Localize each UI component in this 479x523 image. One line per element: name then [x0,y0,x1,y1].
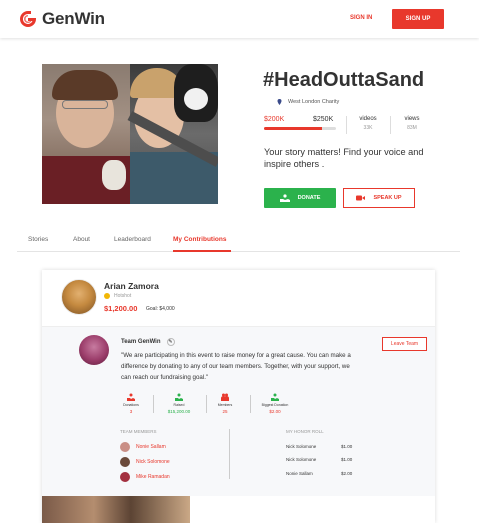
page: GenWin SIGN IN SIGN UP #HeadOuttaSand We… [0,0,479,523]
team-member[interactable]: Nonie Sallam [120,442,166,452]
honor-roll-name: Nonie Sallam [286,471,313,476]
divider [206,395,207,413]
videos-stat: videos 33K [353,116,383,131]
team-panel: Team GenWin ✎ "We are participating in t… [42,326,435,496]
person-hair [52,70,118,100]
genwin-logo[interactable]: GenWin [18,9,105,29]
team-name: Team GenWin ✎ [121,338,175,346]
team-stat-value: 3 [129,409,133,414]
donate-button[interactable]: DONATE [264,188,336,208]
hotshot-icon [104,293,110,299]
mug-icon [102,160,126,190]
honor-roll-row: Nick Solomone $1.00 [286,457,366,462]
user-raised-amount: $1,200.00 [104,304,138,313]
status-label: Hotshot [114,293,132,299]
team-stat-label: Biggest Donation [261,403,289,407]
campaign-story: Your story matters! Find your voice and … [264,147,424,169]
fundraising-progress-bar [264,127,336,130]
user-goal: Goal: $4,000 [146,306,175,312]
fundraising-progress-fill [264,127,322,130]
team-stat-raised: Raised $15,200.00 [164,393,194,414]
campaign-photo-left [42,64,130,204]
honor-roll-row: Nick Solomone $1.00 [286,444,366,449]
glasses-icon [62,100,108,109]
honor-roll-title: MY HONOR ROLL [286,429,324,434]
team-member[interactable]: Nick Solomone [120,457,170,467]
divider [153,395,154,413]
avatar [120,442,130,452]
team-member-name: Nick Solomone [136,459,170,465]
story-thumbnail[interactable] [42,496,190,523]
team-stat-biggest-donation: Biggest Donation $2.00 [260,393,290,414]
campaign-title: #HeadOuttaSand [263,69,425,91]
team-stat-label: Members [217,403,233,407]
team-member-name: Nonie Sallam [136,444,166,450]
donation-hand-icon [127,393,135,401]
views-value: 83M [407,125,417,131]
honor-roll-row: Nonie Sallam $2.00 [286,471,366,476]
top-header: GenWin SIGN IN SIGN UP [0,0,479,38]
videos-label: videos [359,116,377,122]
views-label: views [404,116,420,122]
leave-team-button[interactable]: Leave Team [382,337,427,351]
genwin-logo-icon [20,11,36,27]
goal-amount: $250K [313,116,334,123]
donate-hand-icon [279,194,290,202]
raised-amount: $200K [264,116,285,123]
edit-icon[interactable]: ✎ [166,338,175,346]
tab-my-contributions[interactable]: My Contributions [173,236,226,243]
user-name[interactable]: Arian Zamora [104,281,159,291]
campaign-tabs: Stories About Leaderboard My Contributio… [17,230,460,252]
videos-value: 33K [363,125,373,131]
honor-roll-name: Nick Solomone [286,457,317,462]
location-pin-icon [277,99,282,105]
members-icon [221,393,229,401]
tab-stories[interactable]: Stories [28,236,48,243]
divider [390,116,391,134]
team-members-title: TEAM MEMBERS [120,429,157,434]
team-stat-donations: Donations 3 [116,393,146,414]
honor-roll-name: Nick Solomone [286,444,317,449]
team-name-label: Team GenWin [121,339,161,345]
raised-money-icon [175,393,183,401]
team-stat-value: 25 [222,409,228,414]
avatar[interactable] [61,279,97,315]
biggest-donation-icon [271,393,279,401]
speak-up-button[interactable]: SPEAK UP [343,188,415,208]
tab-leaderboard[interactable]: Leaderboard [114,236,151,243]
sign-in-link[interactable]: SIGN IN [350,15,372,21]
speak-up-label: SPEAK UP [373,195,402,201]
contribution-card: Arian Zamora Hotshot $1,200.00 Goal: $4,… [42,270,435,523]
avatar [120,472,130,482]
team-member-name: Mike Ramadan [136,474,170,480]
charity-name: West London Charity [288,99,340,105]
video-camera-icon [356,195,366,201]
honor-roll-amount: $2.00 [341,471,353,476]
divider [229,429,230,479]
team-avatar[interactable] [79,335,109,365]
views-stat: views 83M [397,116,427,131]
sign-up-button[interactable]: SIGN UP [392,9,444,29]
team-stat-value: $2.00 [269,409,281,414]
team-stat-members: Members 25 [210,393,240,414]
honor-roll-amount: $1.00 [341,444,353,449]
team-quote: "We are participating in this event to r… [121,352,351,381]
team-stat-label: Donations [123,403,139,407]
avatar [120,457,130,467]
campaign-photo [42,64,218,204]
divider [250,395,251,413]
team-member[interactable]: Mike Ramadan [120,472,170,482]
campaign-photo-right [127,64,218,204]
charity-link[interactable]: West London Charity [277,99,339,105]
active-tab-indicator [173,250,231,252]
team-stat-label: Raised [173,403,185,407]
divider [346,116,347,134]
brand-name: GenWin [42,9,105,28]
donate-label: DONATE [297,195,321,201]
dog-snout [184,88,208,110]
tab-about[interactable]: About [73,236,90,243]
status-badge: Hotshot [104,293,131,299]
honor-roll-amount: $1.00 [341,457,353,462]
team-stat-value: $15,200.00 [167,409,191,414]
